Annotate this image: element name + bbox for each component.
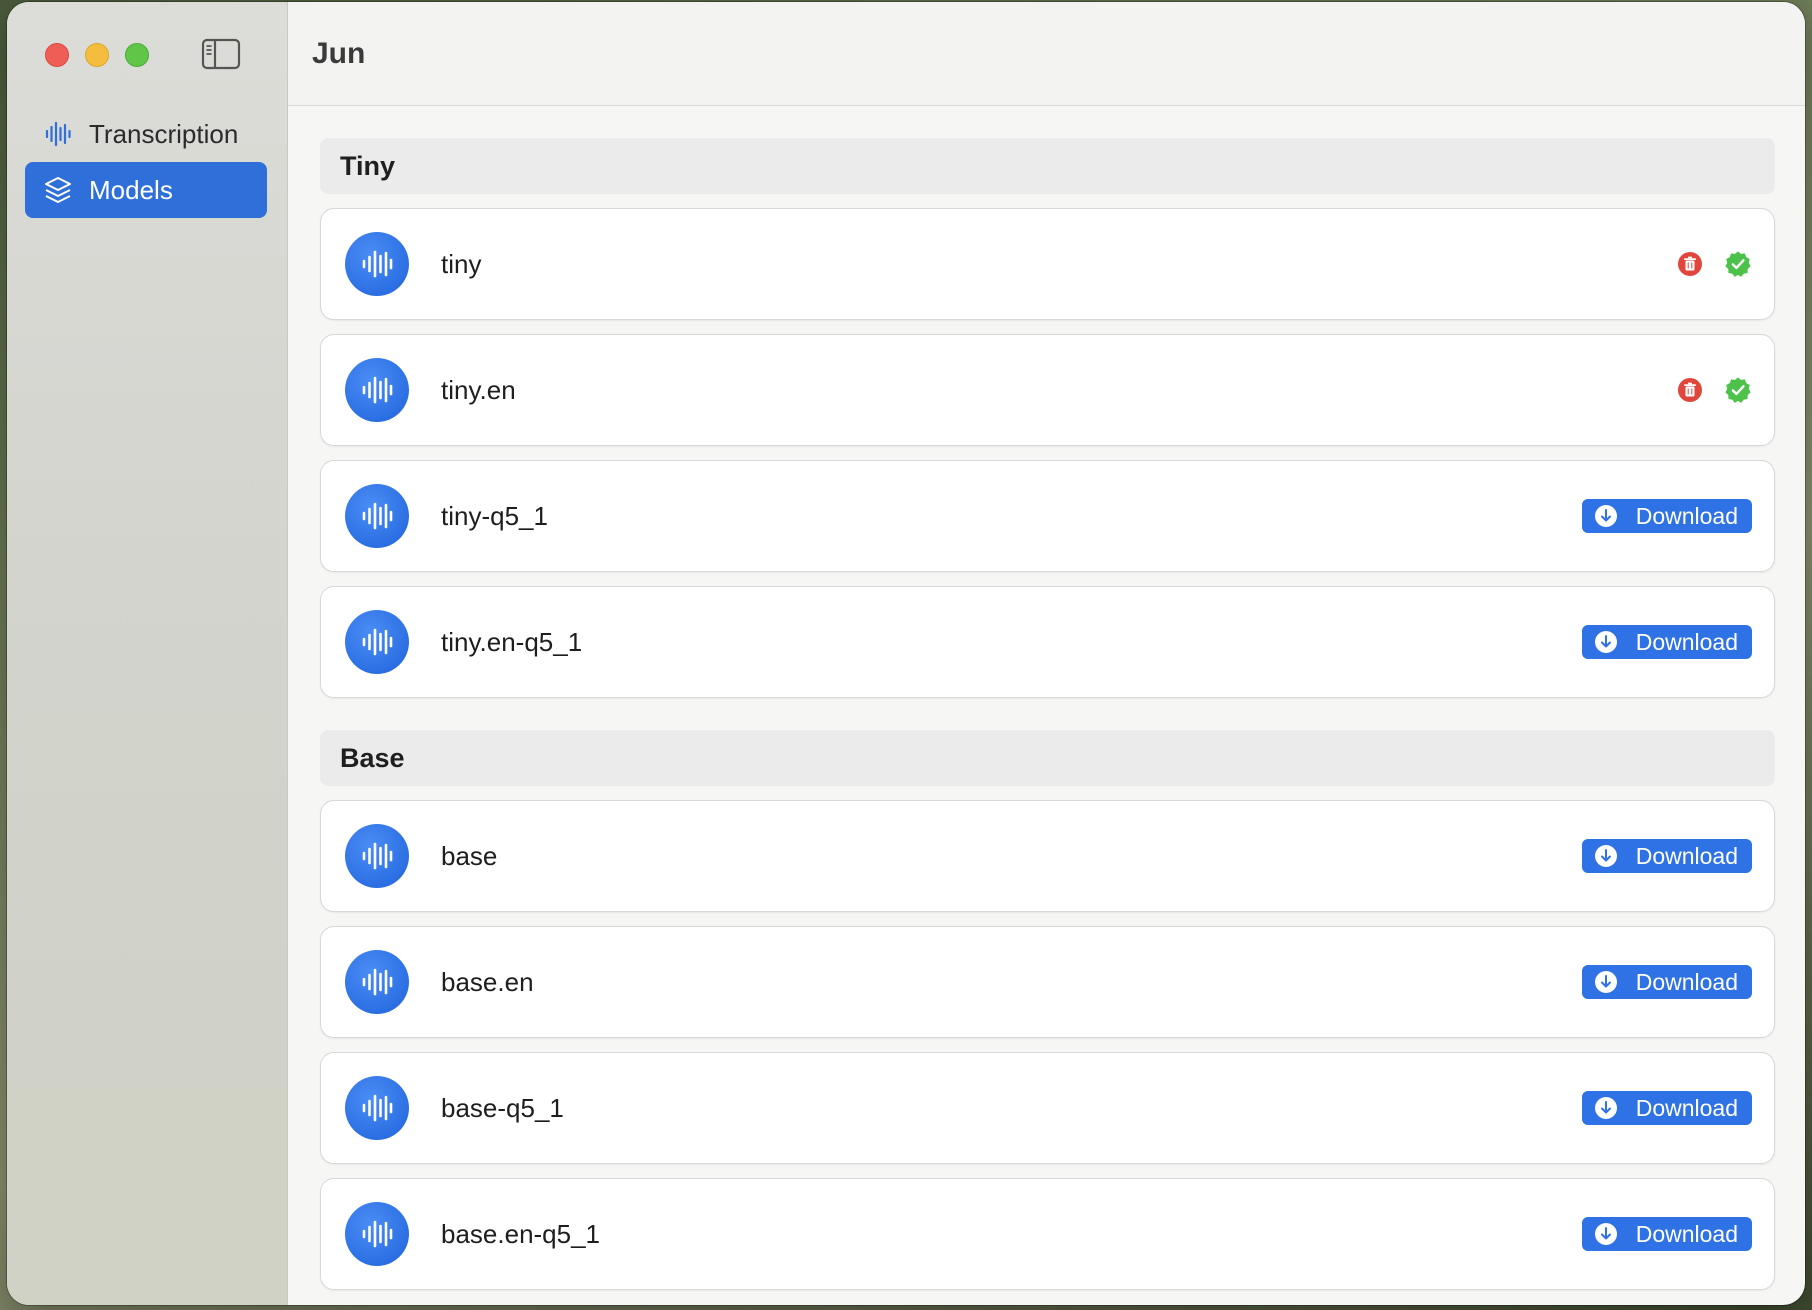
model-waveform-icon — [345, 358, 409, 422]
delete-model-button[interactable] — [1676, 250, 1704, 278]
download-arrow-icon — [1594, 844, 1618, 868]
sidebar-nav: Transcription Models — [25, 106, 267, 218]
model-actions — [1676, 250, 1752, 278]
sidebar-toggle-icon[interactable] — [201, 38, 241, 70]
model-row[interactable]: base.en-q5_1 Download — [320, 1178, 1775, 1290]
model-waveform-icon — [345, 484, 409, 548]
model-name: tiny — [441, 248, 482, 279]
download-arrow-icon — [1594, 504, 1618, 528]
model-row[interactable]: tiny.en-q5_1 Download — [320, 586, 1775, 698]
app-window: Transcription Models Jun Tiny tiny tiny.… — [7, 2, 1805, 1305]
model-waveform-icon — [345, 610, 409, 674]
delete-model-button[interactable] — [1676, 376, 1704, 404]
download-button[interactable]: Download — [1581, 839, 1752, 873]
waveform-icon — [43, 119, 73, 149]
model-actions: Download — [1581, 625, 1752, 659]
model-name: base — [441, 840, 498, 871]
download-button[interactable]: Download — [1581, 1217, 1752, 1251]
download-label: Download — [1635, 502, 1738, 529]
model-row[interactable]: tiny — [320, 208, 1775, 320]
model-waveform-icon — [345, 1202, 409, 1266]
models-list[interactable]: Tiny tiny tiny.en tiny-q5_1 Download tin… — [288, 106, 1805, 1305]
model-row[interactable]: base.en Download — [320, 926, 1775, 1038]
zoom-window-button[interactable] — [125, 43, 149, 67]
download-arrow-icon — [1594, 970, 1618, 994]
model-waveform-icon — [345, 824, 409, 888]
section-base: Base base Download base.en Download base… — [320, 730, 1775, 1290]
download-label: Download — [1635, 1220, 1738, 1247]
model-actions: Download — [1581, 1217, 1752, 1251]
section-header: Tiny — [320, 138, 1775, 194]
model-actions: Download — [1581, 965, 1752, 999]
layers-icon — [43, 175, 73, 205]
download-arrow-icon — [1594, 1222, 1618, 1246]
download-button[interactable]: Download — [1581, 625, 1752, 659]
model-name: tiny-q5_1 — [441, 500, 548, 531]
download-button[interactable]: Download — [1581, 1091, 1752, 1125]
model-row[interactable]: tiny.en — [320, 334, 1775, 446]
model-waveform-icon — [345, 950, 409, 1014]
model-name: tiny.en — [441, 374, 516, 405]
download-label: Download — [1635, 968, 1738, 995]
minimize-window-button[interactable] — [85, 43, 109, 67]
download-button[interactable]: Download — [1581, 499, 1752, 533]
model-row[interactable]: base-q5_1 Download — [320, 1052, 1775, 1164]
section-header: Base — [320, 730, 1775, 786]
window-controls — [45, 43, 149, 67]
model-waveform-icon — [345, 1076, 409, 1140]
download-label: Download — [1635, 628, 1738, 655]
installed-check-icon — [1724, 376, 1752, 404]
model-actions: Download — [1581, 839, 1752, 873]
sidebar-item-transcription[interactable]: Transcription — [25, 106, 267, 162]
sidebar-item-label: Models — [89, 174, 173, 205]
title-bar: Jun — [288, 2, 1805, 106]
download-label: Download — [1635, 842, 1738, 869]
model-actions: Download — [1581, 499, 1752, 533]
model-actions — [1676, 376, 1752, 404]
download-arrow-icon — [1594, 630, 1618, 654]
sidebar: Transcription Models — [7, 2, 288, 1305]
download-label: Download — [1635, 1094, 1738, 1121]
download-button[interactable]: Download — [1581, 965, 1752, 999]
sidebar-item-label: Transcription — [89, 118, 239, 149]
model-row[interactable]: base Download — [320, 800, 1775, 912]
trash-icon — [1677, 251, 1703, 277]
model-name: tiny.en-q5_1 — [441, 626, 583, 657]
model-waveform-icon — [345, 232, 409, 296]
model-name: base.en-q5_1 — [441, 1218, 601, 1249]
model-row[interactable]: tiny-q5_1 Download — [320, 460, 1775, 572]
window-title: Jun — [312, 36, 366, 70]
model-name: base-q5_1 — [441, 1092, 564, 1123]
download-arrow-icon — [1594, 1096, 1618, 1120]
model-name: base.en — [441, 966, 534, 997]
close-window-button[interactable] — [45, 43, 69, 67]
installed-check-icon — [1724, 250, 1752, 278]
section-tiny: Tiny tiny tiny.en tiny-q5_1 Download tin… — [320, 138, 1775, 698]
sidebar-item-models[interactable]: Models — [25, 162, 267, 218]
main-panel: Jun Tiny tiny tiny.en tiny-q5_1 Download… — [288, 2, 1805, 1305]
model-actions: Download — [1581, 1091, 1752, 1125]
trash-icon — [1677, 377, 1703, 403]
